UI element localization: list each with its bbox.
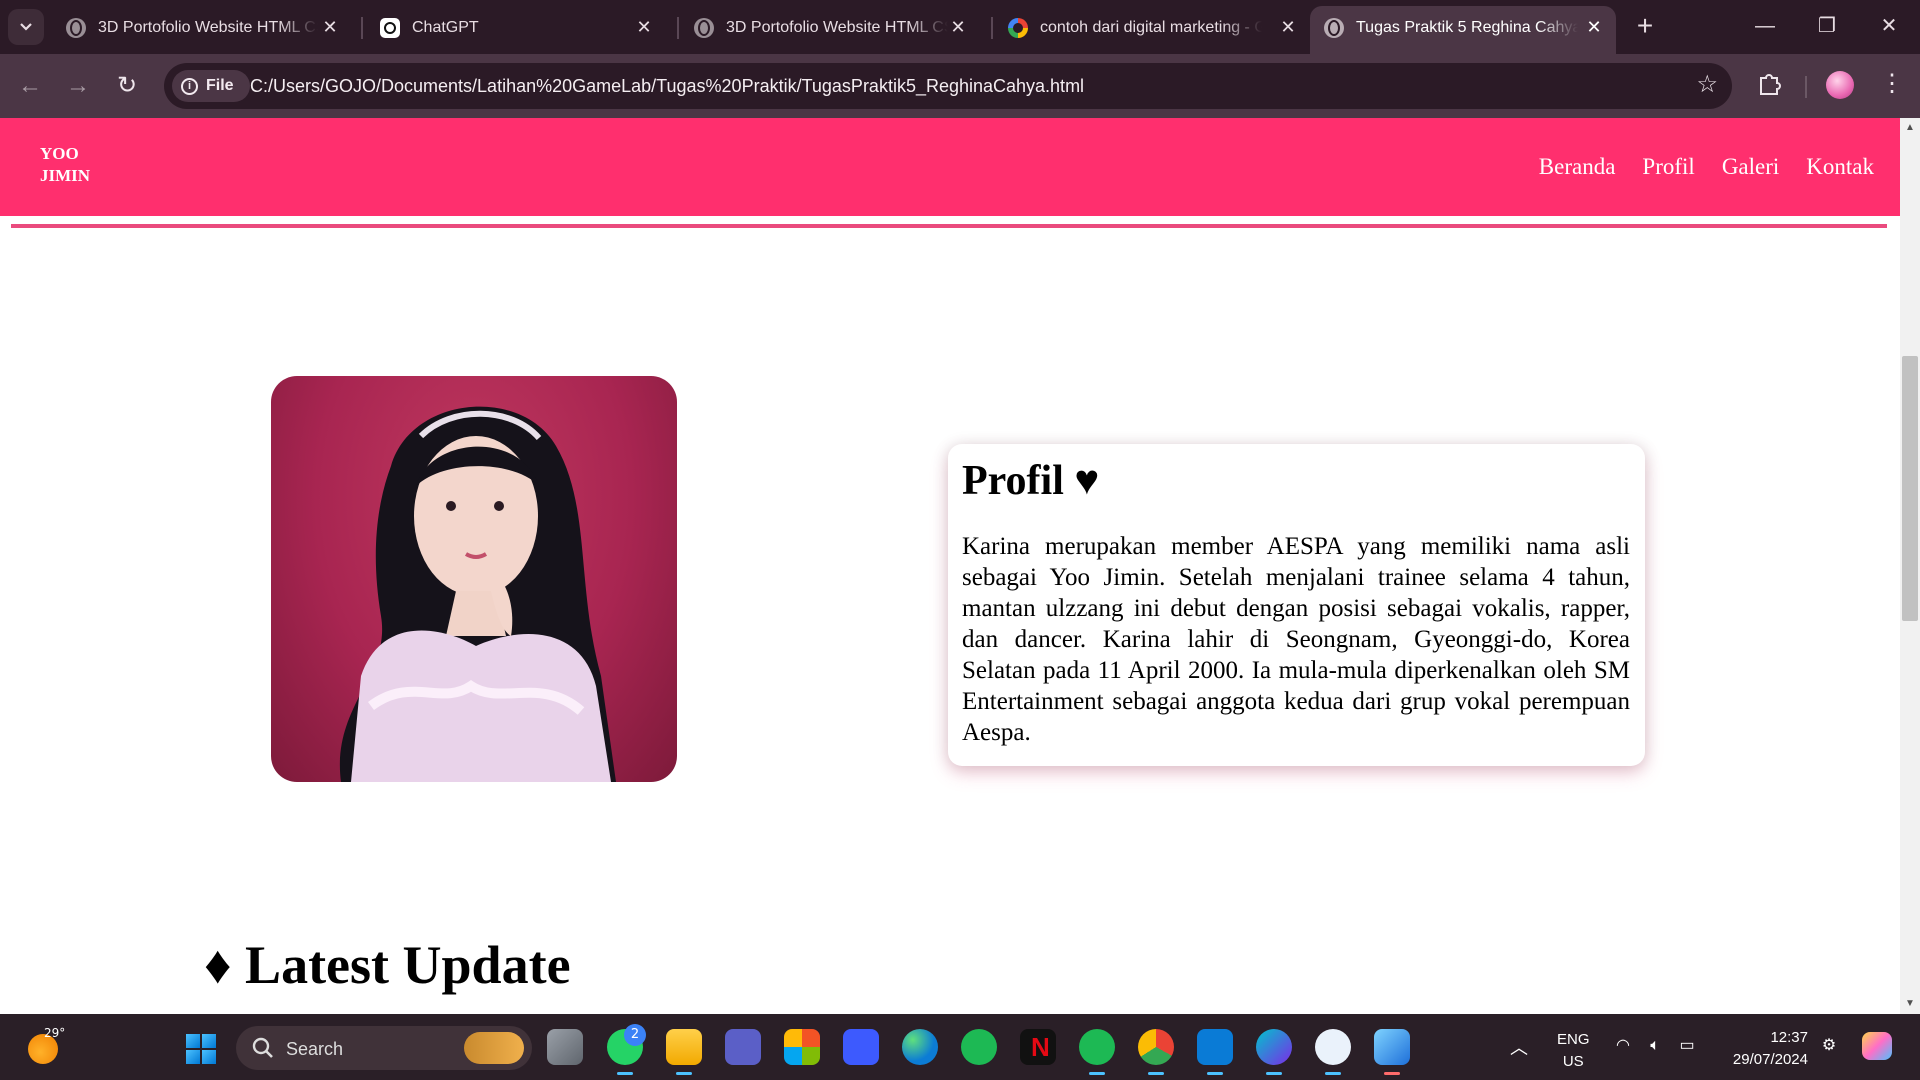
google-icon — [1008, 18, 1028, 38]
profile-card: Profil ♥ Karina merupakan member AESPA y… — [948, 444, 1645, 766]
canva-icon[interactable] — [1256, 1029, 1292, 1075]
volume-icon[interactable]: 🔈︎ — [1644, 1036, 1666, 1056]
info-icon: i — [181, 78, 198, 95]
microsoft-store-icon[interactable] — [784, 1029, 820, 1065]
tab-strip: 3D Portofolio Website HTML CSS ✕ ChatGPT… — [0, 0, 1920, 54]
globe-icon — [694, 18, 714, 38]
spotify-icon[interactable] — [961, 1029, 997, 1065]
copilot-icon[interactable] — [1862, 1032, 1892, 1060]
chrome-icon[interactable] — [1138, 1029, 1174, 1075]
toolbar-separator — [1805, 76, 1807, 98]
site-header: YOO JIMIN Beranda Profil Galeri Kontak — [0, 118, 1900, 216]
bookmark-star-icon[interactable]: ☆ — [1696, 73, 1718, 97]
notes-app-icon[interactable] — [843, 1029, 879, 1065]
photos-icon[interactable] — [1374, 1029, 1410, 1075]
main-nav: Beranda Profil Galeri Kontak — [1539, 152, 1874, 182]
restore-button[interactable]: ❐ — [1815, 14, 1839, 38]
close-tab-icon[interactable]: ✕ — [1584, 17, 1604, 37]
weather-temperature: 29° — [44, 1026, 66, 1040]
site-logo[interactable]: YOO JIMIN — [40, 143, 90, 187]
browser-tab[interactable]: 3D Portofolio Website HTML CSS ✕ — [680, 6, 980, 48]
language-indicator[interactable]: ENG US — [1557, 1029, 1590, 1073]
back-button[interactable]: ← — [14, 70, 46, 102]
start-button[interactable] — [186, 1034, 216, 1064]
url-text[interactable]: C:/Users/GOJO/Documents/Latihan%20GameLa… — [250, 76, 1084, 96]
clock[interactable]: 12:37 29/07/2024 — [1722, 1027, 1808, 1071]
close-tab-icon[interactable]: ✕ — [320, 17, 340, 37]
globe-icon — [1324, 18, 1344, 38]
vscode-icon[interactable] — [1197, 1029, 1233, 1075]
header-divider — [11, 224, 1887, 228]
nav-link-beranda[interactable]: Beranda — [1539, 152, 1616, 182]
teams-icon[interactable] — [725, 1029, 761, 1065]
reload-button[interactable]: ↻ — [111, 70, 143, 102]
tab-separator — [677, 17, 679, 39]
nav-link-kontak[interactable]: Kontak — [1806, 152, 1874, 182]
wifi-icon[interactable]: ◠ — [1612, 1036, 1634, 1056]
extensions-icon[interactable] — [1756, 70, 1782, 96]
scroll-down-arrow-icon[interactable]: ▼ — [1904, 998, 1916, 1010]
latest-update-heading: ♦ Latest Update — [204, 935, 571, 995]
minimize-button[interactable]: — — [1753, 14, 1777, 38]
taskbar-search[interactable]: Search — [236, 1026, 532, 1070]
nav-link-profil[interactable]: Profil — [1642, 152, 1694, 182]
tab-search-button[interactable] — [8, 9, 44, 45]
scrollbar-thumb[interactable] — [1902, 356, 1918, 621]
close-window-button[interactable]: ✕ — [1877, 14, 1901, 38]
browser-tab[interactable]: ChatGPT ✕ — [366, 6, 666, 48]
profile-title: Profil ♥ — [962, 458, 1100, 504]
battery-icon[interactable]: ▭ — [1676, 1036, 1698, 1056]
scroll-up-arrow-icon[interactable]: ▲ — [1904, 122, 1916, 134]
site-info-chip[interactable]: i File — [172, 70, 250, 102]
browser-tab-active[interactable]: Tugas Praktik 5 Reghina Cahya ✕ — [1310, 6, 1616, 54]
address-bar[interactable]: i File C:/Users/GOJO/Documents/Latihan%2… — [164, 63, 1732, 109]
close-tab-icon[interactable]: ✕ — [1278, 17, 1298, 37]
profile-photo — [271, 376, 677, 782]
page-viewport: YOO JIMIN Beranda Profil Galeri Kontak P… — [0, 118, 1900, 1014]
notification-badge: 2 — [624, 1024, 646, 1046]
app-store-icon[interactable] — [1315, 1029, 1351, 1075]
chevron-down-icon — [20, 23, 32, 31]
browser-tab[interactable]: 3D Portofolio Website HTML CSS ✕ — [52, 6, 352, 48]
close-tab-icon[interactable]: ✕ — [948, 17, 968, 37]
forward-button[interactable]: → — [62, 70, 94, 102]
tab-separator — [361, 17, 363, 39]
new-tab-button[interactable]: + — [1630, 12, 1660, 42]
tab-separator — [991, 17, 993, 39]
spotify-icon[interactable] — [1079, 1029, 1115, 1075]
browser-tab[interactable]: contoh dari digital marketing - Google ✕ — [994, 6, 1310, 48]
close-tab-icon[interactable]: ✕ — [634, 17, 654, 37]
notification-icon[interactable]: ⚙︎ — [1818, 1036, 1840, 1056]
profile-description: Karina merupakan member AESPA yang memil… — [962, 533, 1630, 746]
profile-avatar[interactable] — [1826, 71, 1854, 99]
file-explorer-icon[interactable] — [666, 1029, 702, 1075]
search-highlight-image — [464, 1032, 524, 1064]
task-view-icon[interactable] — [547, 1029, 583, 1065]
browser-menu-icon[interactable]: ⋮ — [1880, 68, 1904, 100]
edge-icon[interactable] — [902, 1029, 938, 1065]
page-scrollbar[interactable]: ▲ ▼ — [1900, 118, 1920, 1014]
nav-link-galeri[interactable]: Galeri — [1722, 152, 1779, 182]
search-icon — [252, 1037, 273, 1058]
browser-toolbar: ← → ↻ i File C:/Users/GOJO/Documents/Lat… — [0, 54, 1920, 118]
netflix-icon[interactable]: N — [1020, 1029, 1056, 1065]
chevron-up-icon[interactable]: ︿ — [1510, 1034, 1528, 1060]
globe-icon — [66, 18, 86, 38]
chatgpt-icon — [380, 18, 400, 38]
